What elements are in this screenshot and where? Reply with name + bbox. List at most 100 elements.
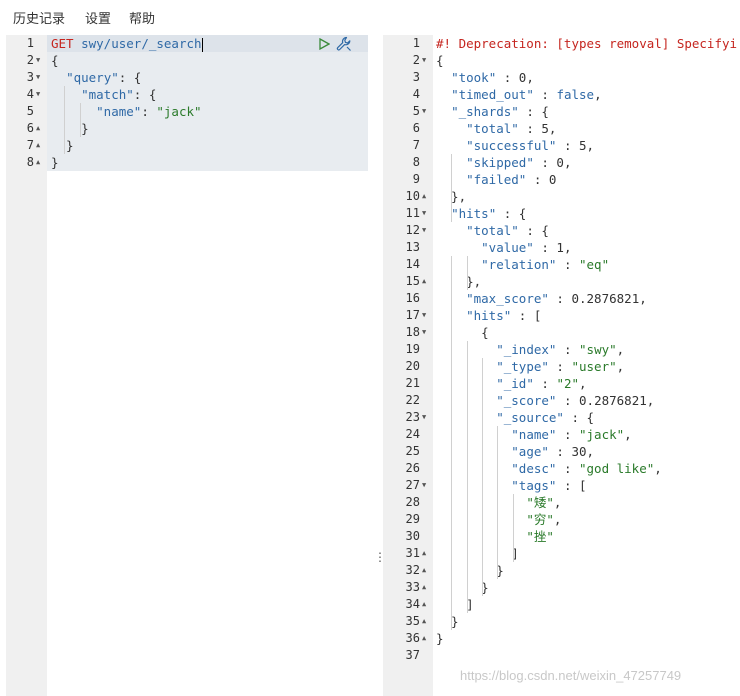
play-icon[interactable] [318,37,331,51]
json-key: "relation" [481,257,557,272]
code-text: "_type" : "user", [496,359,625,374]
code-text: { [436,53,444,68]
fold-toggle[interactable]: ▲ [422,613,426,630]
json-key: "skipped" [466,155,534,170]
response-line: 25 "age" : 30, [383,443,740,460]
fold-toggle[interactable]: ▼ [422,409,426,426]
response-line: 6 "total" : 5, [383,120,740,137]
fold-toggle[interactable]: ▼ [422,307,426,324]
line-number: 32 [405,563,420,577]
line-number: 15 [405,274,420,288]
fold-toggle[interactable]: ▼ [36,52,40,69]
code-text: "max_score" : 0.2876821, [466,291,647,306]
code-text: "successful" : 5, [466,138,595,153]
indent-guide [451,154,452,222]
fold-toggle[interactable]: ▼ [36,86,40,103]
fold-toggle[interactable]: ▲ [36,137,40,154]
request-line: 3 ▼ "query": { [6,69,368,86]
line-number: 16 [405,291,420,305]
fold-toggle[interactable]: ▼ [422,205,426,222]
json-key: "total" [466,223,519,238]
json-key: "name" [96,104,142,119]
json-value: "user" [571,359,617,374]
fold-toggle[interactable]: ▲ [422,562,426,579]
code-text: { [51,53,59,68]
menu-history[interactable]: 历史记录 [13,8,65,27]
line-number: 18 [405,325,420,339]
fold-toggle[interactable]: ▲ [422,579,426,596]
fold-toggle[interactable]: ▲ [36,120,40,137]
response-line: 21 "_id" : "2", [383,375,740,392]
fold-toggle[interactable]: ▼ [36,69,40,86]
code-text: "query": { [66,70,142,85]
json-key: "failed" [466,172,527,187]
code-text: "failed" : 0 [466,172,557,187]
response-line: 24 "name" : "jack", [383,426,740,443]
json-key: "hits" [466,308,512,323]
request-editor[interactable]: 1 GET swy/user/_search 2 ▼ { 3 ▼ "query"… [6,35,368,696]
json-key: "total" [466,121,519,136]
line-number: 3 [26,70,34,84]
json-value: "eq" [579,257,610,272]
json-value: 0.2876821 [579,393,647,408]
code-text: { [436,325,489,340]
line-number: 25 [405,444,420,458]
fold-toggle[interactable]: ▲ [422,273,426,290]
line-number: 31 [405,546,420,560]
code-text: "total" : { [466,223,549,238]
request-line: 5 "name": "jack" [6,103,368,120]
code-text: "穷", [526,512,562,527]
watermark-text: https://blog.csdn.net/weixin_47257749 [460,668,682,683]
fold-toggle[interactable]: ▲ [422,188,426,205]
menu-settings[interactable]: 设置 [85,8,111,27]
json-value: 0 [548,172,557,187]
code-text: } [51,121,89,136]
json-value: 5 [579,138,587,153]
code-text: "value" : 1, [481,240,572,255]
code-text: "skipped" : 0, [466,155,572,170]
json-key: "hits" [451,206,497,221]
indent-guide [80,103,81,137]
response-viewer[interactable]: 1 #! Deprecation: [types removal] Specify… [383,35,740,696]
code-text: "_source" : { [496,410,595,425]
response-line: 8 "skipped" : 0, [383,154,740,171]
line-number: 2 [26,53,34,67]
response-line: 2 ▼ { [383,52,740,69]
pane-splitter[interactable] [368,35,383,696]
fold-toggle[interactable]: ▲ [36,154,40,171]
line-number: 2 [412,53,420,67]
fold-toggle[interactable]: ▼ [422,324,426,341]
json-key: "max_score" [466,291,549,306]
line-number: 28 [405,495,420,509]
response-line: 10 ▲ }, [383,188,740,205]
json-value: 1 [556,240,564,255]
fold-toggle[interactable]: ▼ [422,477,426,494]
line-number: 33 [405,580,420,594]
fold-toggle[interactable]: ▲ [422,596,426,613]
fold-toggle[interactable]: ▼ [422,222,426,239]
line-number: 1 [412,36,420,50]
code-text: "name": "jack" [96,104,202,119]
code-text: "挫" [436,528,554,545]
fold-toggle[interactable]: ▼ [422,103,426,120]
indent-guide [513,494,514,562]
fold-toggle[interactable]: ▲ [422,630,426,647]
json-key: "timed_out" [451,87,534,102]
response-line: 5 ▼ "_shards" : { [383,103,740,120]
response-line: 1 #! Deprecation: [types removal] Specify… [383,35,740,52]
code-text: "_id" : "2", [496,376,587,391]
line-number: 19 [405,342,420,356]
indent-guide [467,341,468,613]
code-text: }, [436,274,482,289]
menu-help[interactable]: 帮助 [129,8,155,27]
fold-toggle[interactable]: ▲ [422,545,426,562]
response-line: 29 "穷", [383,511,740,528]
code-text: "age" : 30, [511,444,595,459]
response-line: 9 "failed" : 0 [383,171,740,188]
indent-guide [497,426,498,579]
wrench-icon[interactable] [336,36,352,52]
response-line: 33 ▲ } [383,579,740,596]
json-key: "desc" [511,461,557,476]
fold-toggle[interactable]: ▼ [422,52,426,69]
response-line: 16 "max_score" : 0.2876821, [383,290,740,307]
